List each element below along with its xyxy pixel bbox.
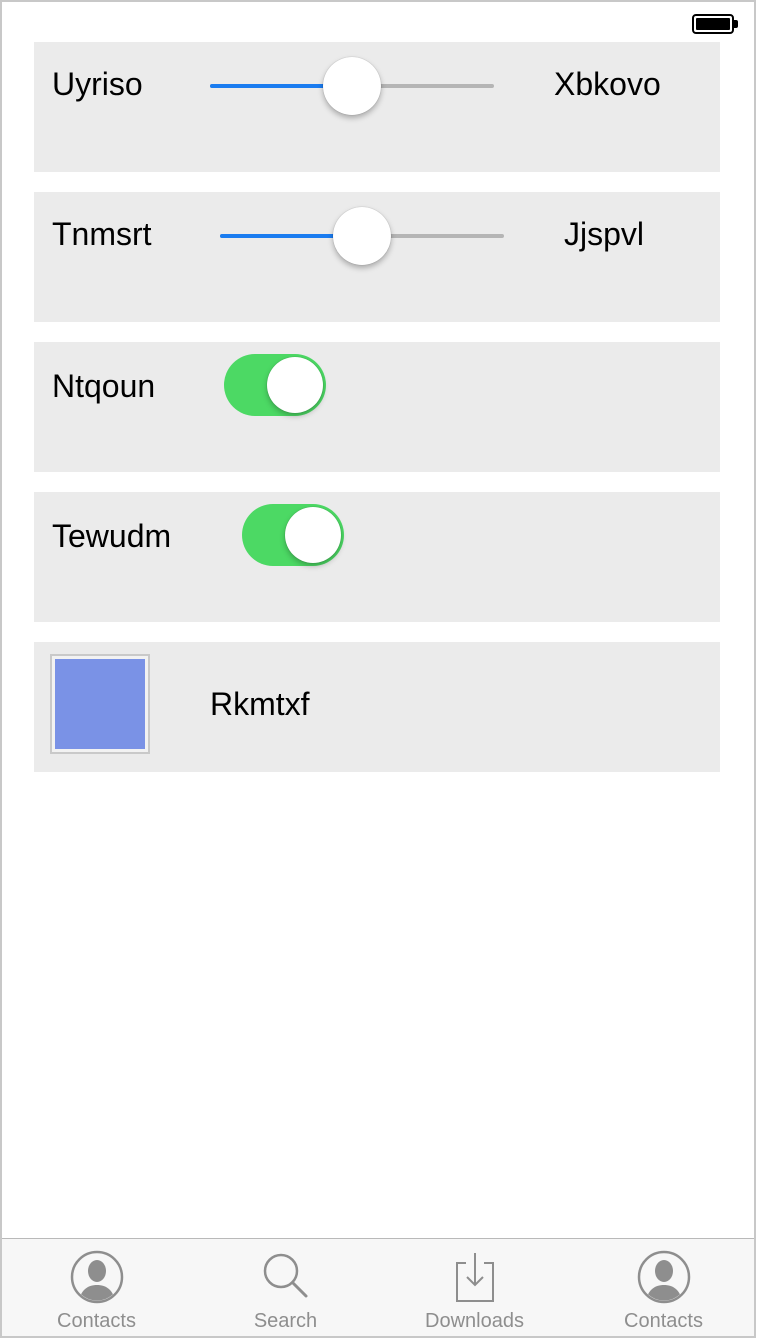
slider-row-tnmsrt: Tnmsrt Jjspvl (34, 192, 720, 322)
tab-label: Search (253, 1310, 318, 1332)
color-row-rkmtxf: Rkmtxf (34, 642, 720, 772)
search-icon (263, 1253, 307, 1298)
tab-label: Contacts (57, 1310, 136, 1332)
uyriso-slider[interactable] (210, 56, 494, 116)
color-label: Rkmtxf (210, 686, 310, 722)
contacts-icon (70, 1250, 123, 1304)
downloads-icon (455, 1253, 494, 1302)
tab-contacts-2[interactable]: Contacts (569, 1239, 754, 1336)
tab-bar: Contacts Search Downloads Contacts (2, 1238, 754, 1336)
color-swatch-fill (55, 659, 145, 749)
tab-downloads[interactable]: Downloads (380, 1239, 569, 1336)
tewudm-toggle[interactable] (242, 504, 344, 566)
tab-label: Contacts (624, 1310, 703, 1332)
toggle-knob (267, 357, 323, 413)
switch-label: Tewudm (52, 518, 172, 554)
tab-label: Downloads (425, 1310, 524, 1332)
ntqoun-toggle[interactable] (224, 354, 326, 416)
switch-label: Ntqoun (52, 368, 156, 404)
contacts-icon (637, 1250, 690, 1304)
slider-row-uyriso: Uyriso Xbkovo (34, 42, 720, 172)
slider-thumb[interactable] (323, 57, 381, 115)
tab-search[interactable]: Search (191, 1239, 380, 1336)
switch-row-ntqoun: Ntqoun (34, 342, 720, 472)
slider-thumb[interactable] (333, 207, 391, 265)
color-swatch[interactable] (50, 654, 150, 754)
battery-icon (692, 14, 738, 34)
slider-end-label: Jjspvl (564, 216, 645, 252)
tab-contacts[interactable]: Contacts (2, 1239, 191, 1336)
slider-label: Tnmsrt (52, 216, 152, 252)
switch-row-tewudm: Tewudm (34, 492, 720, 622)
slider-end-label: Xbkovo (554, 66, 661, 102)
app-screen: Uyriso Xbkovo Tnmsrt Jjspvl Ntqoun Tewud… (0, 0, 756, 1338)
toggle-knob (285, 507, 341, 563)
slider-label: Uyriso (52, 66, 143, 102)
tnmsrt-slider[interactable] (220, 206, 504, 266)
